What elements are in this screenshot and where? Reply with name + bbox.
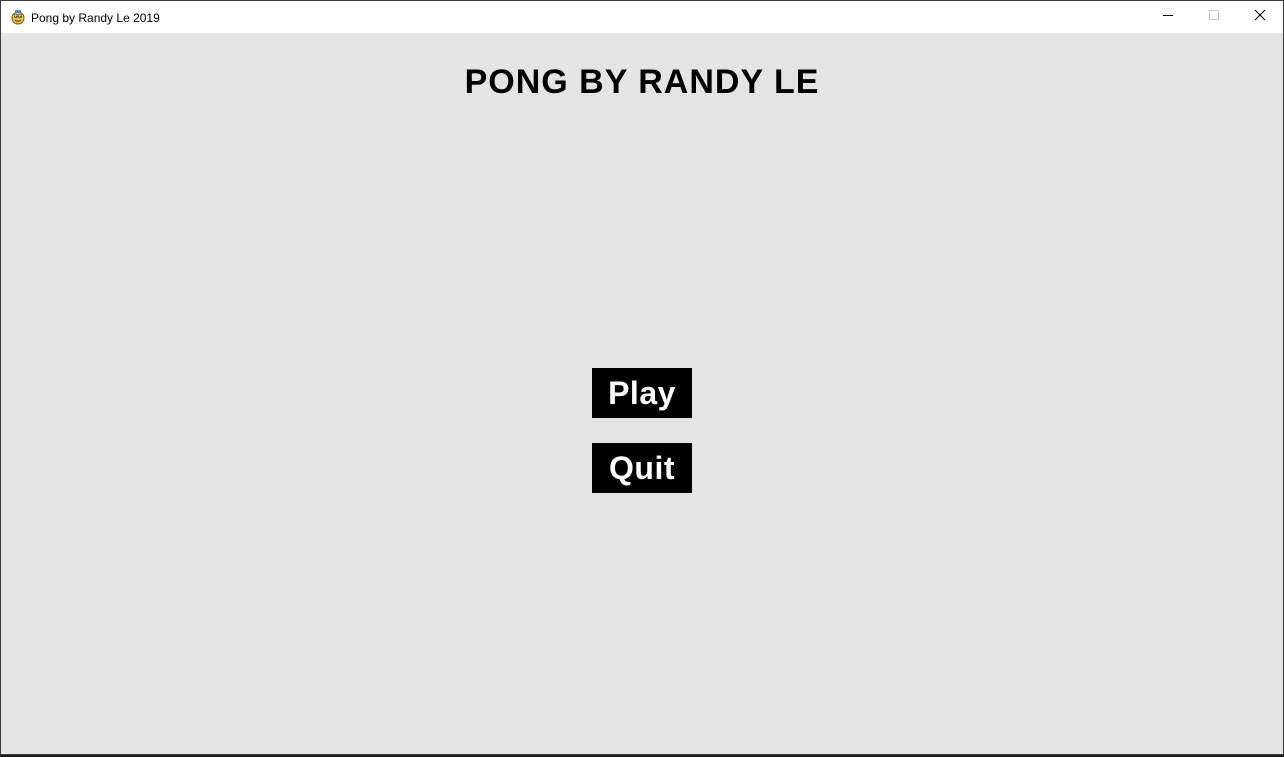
title-bar[interactable]: Pong by Randy Le 2019 bbox=[1, 1, 1283, 33]
quit-button[interactable]: Quit bbox=[592, 443, 692, 493]
minimize-icon bbox=[1162, 8, 1174, 26]
close-button[interactable] bbox=[1237, 1, 1283, 33]
maximize-icon bbox=[1208, 8, 1220, 26]
game-canvas: PONG BY RANDY LE Play Quit bbox=[1, 33, 1283, 754]
game-title: PONG BY RANDY LE bbox=[464, 63, 820, 101]
window-title: Pong by Randy Le 2019 bbox=[31, 11, 160, 25]
maximize-button[interactable] bbox=[1191, 1, 1237, 33]
close-icon bbox=[1254, 8, 1266, 26]
pygame-snake-icon bbox=[10, 9, 26, 25]
play-button[interactable]: Play bbox=[592, 368, 692, 418]
game-window: Pong by Randy Le 2019 PONG BY RANDY LE P… bbox=[0, 0, 1284, 755]
minimize-button[interactable] bbox=[1145, 1, 1191, 33]
